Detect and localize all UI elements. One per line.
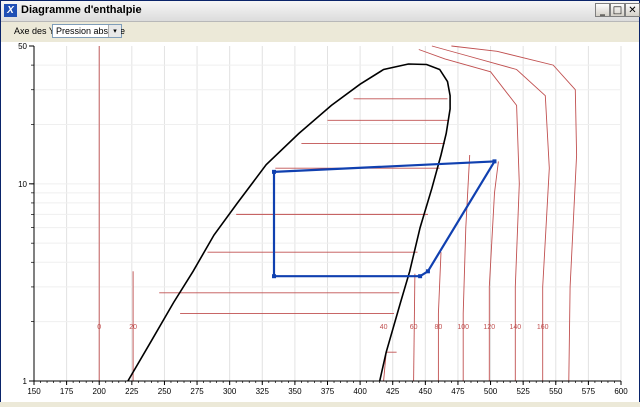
x-tick-label: 450 — [419, 387, 433, 396]
grid — [33, 46, 622, 381]
x-tick-label: 350 — [288, 387, 302, 396]
y-tick-label: 10 — [18, 180, 27, 189]
x-tick-label: 250 — [158, 387, 172, 396]
isotherm-label: 20 — [129, 324, 137, 331]
x-tick-label: 300 — [223, 387, 237, 396]
window: X Diagramme d'enthalpie _ □ ✕ Axe des Y … — [0, 0, 640, 402]
isotherm-label: 0 — [97, 324, 101, 331]
isotherm-line — [462, 154, 471, 381]
maximize-button[interactable]: □ — [610, 3, 625, 17]
x-tick-label: 575 — [582, 387, 596, 396]
isotherm-label: 160 — [537, 324, 549, 331]
toolbar: Axe des Y : Pression absolue ▾ — [1, 22, 639, 41]
cycle-point — [418, 274, 423, 279]
isotherm-label: 40 — [380, 324, 388, 331]
minimize-button[interactable]: _ — [595, 3, 610, 17]
x-tick-label: 175 — [60, 387, 74, 396]
enthalpy-plot[interactable]: 0 20 40 60 80 100 120 140 160 150 175 200 225 250 275… — [1, 42, 639, 402]
cycle-point — [492, 159, 497, 164]
x-tick-label: 150 — [27, 387, 41, 396]
cycle-point — [272, 274, 277, 279]
isotherm-label: 120 — [483, 324, 495, 331]
saturation-dome — [127, 63, 451, 382]
app-icon: X — [4, 4, 17, 17]
refrigeration-cycle — [272, 159, 497, 279]
title-bar[interactable]: X Diagramme d'enthalpie _ □ ✕ — [1, 1, 640, 22]
isotherm-label: 60 — [410, 324, 418, 331]
isotherm-label: 140 — [509, 324, 521, 331]
x-tick-label: 525 — [516, 387, 530, 396]
isotherm-line — [418, 49, 520, 381]
chevron-down-icon[interactable]: ▾ — [108, 25, 121, 37]
y-tick-label: 50 — [18, 42, 27, 51]
x-tick-label: 600 — [614, 387, 628, 396]
isotherm-line — [437, 252, 442, 381]
x-tick-label: 375 — [321, 387, 335, 396]
axes: 150 175 200 225 250 275 300 325 350 375 400 425 450 4… — [18, 42, 628, 396]
cycle-line — [272, 160, 497, 278]
x-tick-label: 475 — [451, 387, 465, 396]
y-tick-label: 1 — [23, 377, 28, 386]
close-button[interactable]: ✕ — [625, 3, 640, 17]
x-tick-label: 325 — [256, 387, 270, 396]
x-tick-label: 425 — [386, 387, 400, 396]
cycle-point — [272, 169, 277, 174]
cycle-point — [425, 269, 430, 274]
x-tick-label: 400 — [353, 387, 367, 396]
x-tick-label: 200 — [93, 387, 107, 396]
enthalpy-chart: 0 20 40 60 80 100 120 140 160 150 175 200 225 250 275… — [18, 42, 628, 396]
x-tick-label: 225 — [125, 387, 139, 396]
x-tick-label: 500 — [484, 387, 498, 396]
window-title: Diagramme d'enthalpie — [21, 4, 142, 16]
isotherms: 0 20 40 60 80 100 120 140 160 — [97, 45, 578, 382]
y-axis-select[interactable]: Pression absolue ▾ — [52, 24, 125, 38]
isotherm-label: 100 — [457, 324, 469, 331]
x-tick-label: 275 — [190, 387, 204, 396]
isotherm-label: 80 — [434, 324, 442, 331]
x-tick-label: 550 — [549, 387, 563, 396]
